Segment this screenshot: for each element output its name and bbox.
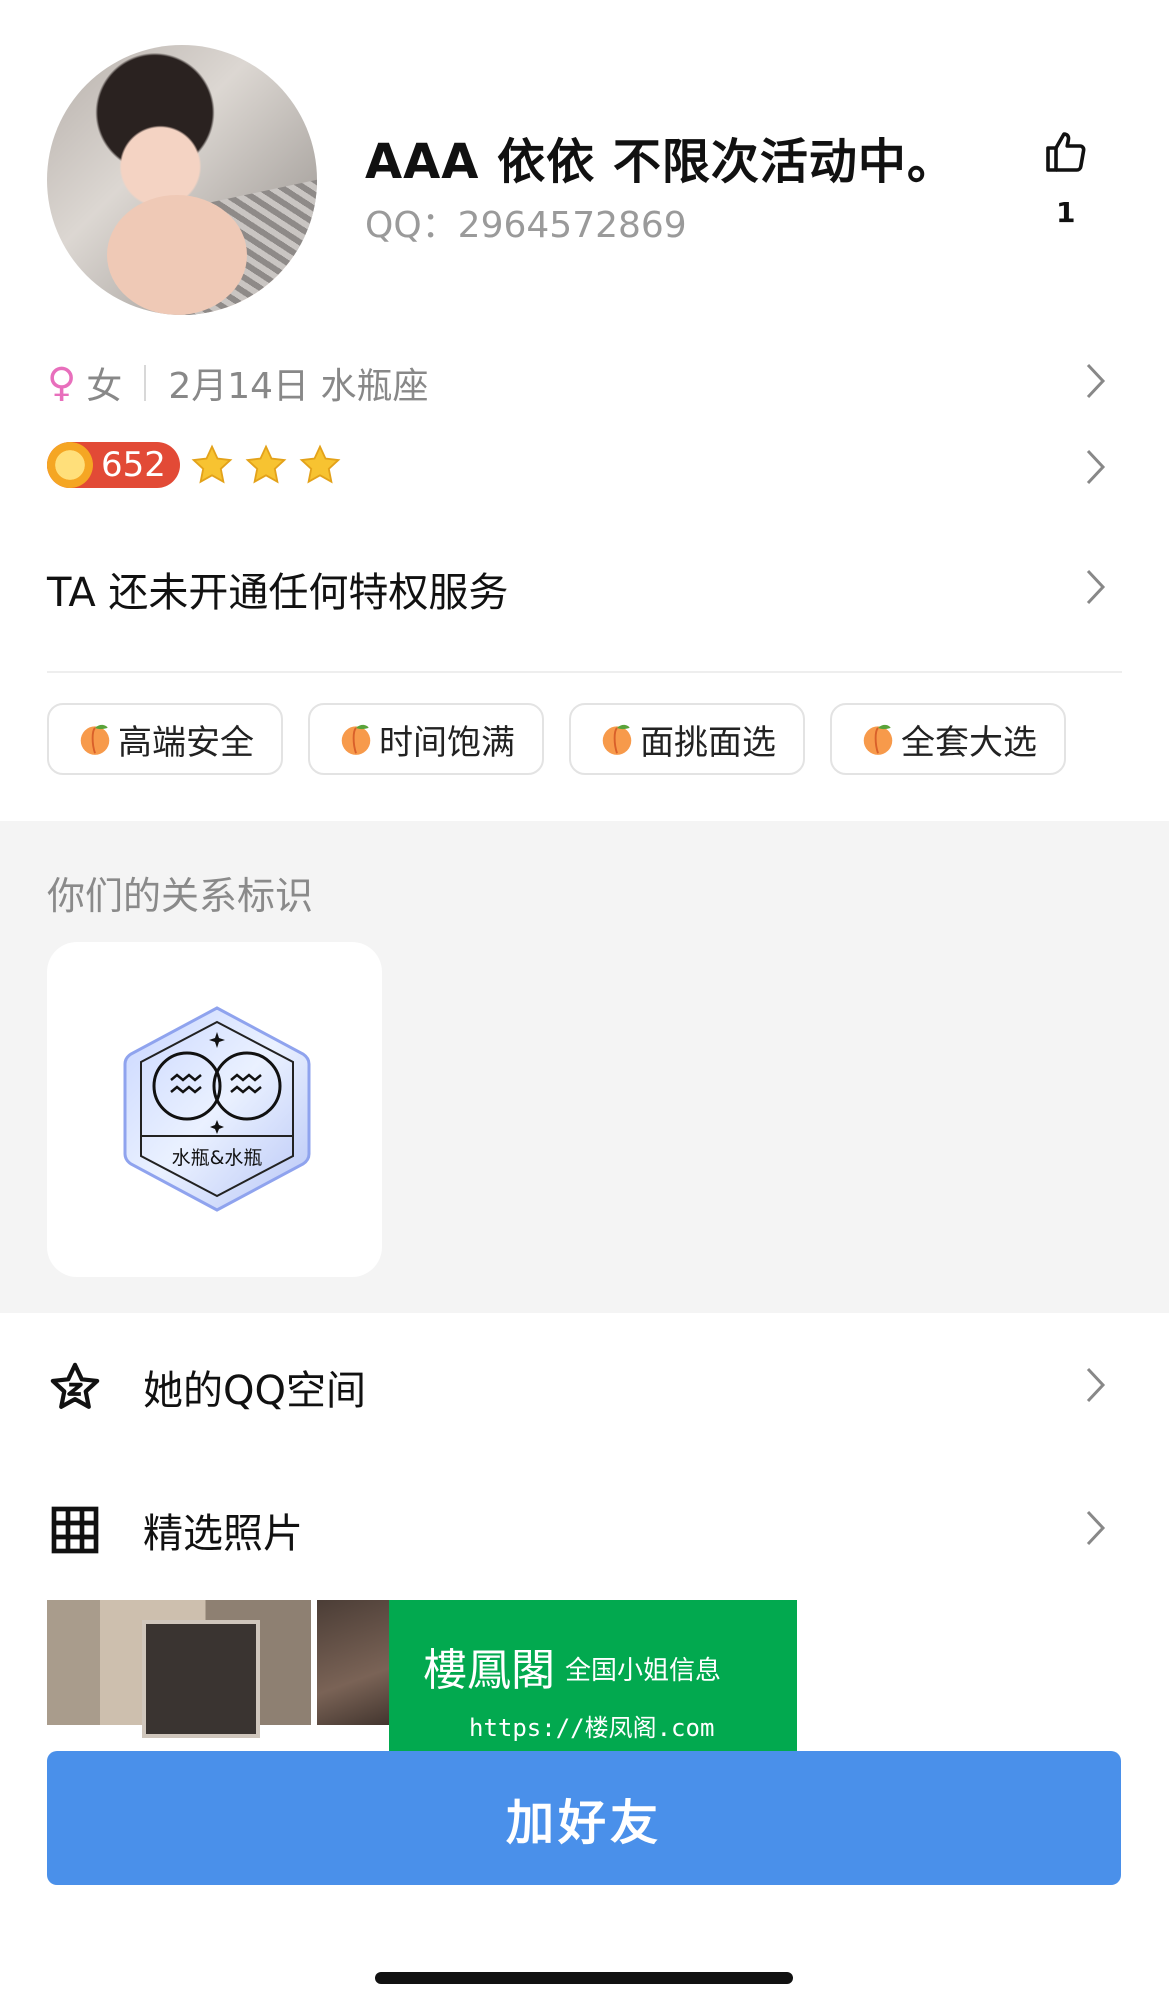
tag-chip[interactable]: 时间饱满 (308, 703, 544, 775)
tag-label: 面挑面选 (640, 722, 776, 763)
separator (144, 365, 147, 401)
grid-icon (51, 1506, 99, 1554)
photo-detail (142, 1620, 260, 1738)
tag-chip[interactable]: 全套大选 (830, 703, 1066, 775)
watermark-title-line: 樓鳳閣 全国小姐信息 (423, 1634, 721, 1698)
chevron-right-icon[interactable] (1085, 362, 1107, 400)
level-number: 652 (101, 445, 166, 485)
peach-icon (80, 724, 110, 755)
profile-name: AAA 依依 不限次活动中。 (365, 134, 956, 190)
peach-icon (602, 724, 632, 755)
qzone-label: 她的QQ空间 (143, 1368, 366, 1414)
level-badge: 652 (47, 442, 180, 488)
tag-chip[interactable]: 高端安全 (47, 703, 283, 775)
badge-label: 水瓶&水瓶 (172, 1147, 263, 1169)
peach-icon (863, 724, 893, 755)
add-friend-button[interactable]: 加好友 (47, 1751, 1121, 1885)
tag-label: 高端安全 (118, 722, 254, 763)
tag-label: 全套大选 (901, 722, 1037, 763)
divider (47, 671, 1122, 673)
tag-label: 时间饱满 (379, 722, 515, 763)
photos-label: 精选照片 (143, 1511, 303, 1557)
qzone-row[interactable]: 她的QQ空间 (47, 1347, 366, 1427)
star-icon (245, 444, 287, 484)
tag-list: 高端安全 时间饱满 面挑面选 全套大选 (47, 703, 1066, 775)
privilege-text[interactable]: TA 还未开通任何特权服务 (47, 560, 508, 618)
female-icon: ♀ (47, 360, 77, 406)
peach-icon (341, 724, 371, 755)
chevron-right-icon[interactable] (1085, 1509, 1107, 1547)
basic-info-row[interactable]: ♀ 女 2月14日 水瓶座 (47, 358, 1122, 408)
chevron-right-icon[interactable] (1085, 448, 1107, 486)
aquarius-badge-icon[interactable]: 水瓶&水瓶 (117, 1002, 317, 1217)
star-icon (191, 444, 233, 484)
like-count: 1 (1056, 196, 1076, 229)
photo-thumbnail[interactable] (47, 1600, 311, 1738)
level-row[interactable]: 652 (47, 440, 1122, 490)
watermark-title: 樓鳳閣 (423, 1645, 555, 1696)
qzone-star-icon (50, 1362, 100, 1409)
chevron-right-icon[interactable] (1085, 568, 1107, 606)
star-icon (299, 444, 341, 484)
profile-qq-number: QQ：2964572869 (365, 205, 687, 246)
gender-text: 女 (86, 366, 123, 407)
tag-chip[interactable]: 面挑面选 (569, 703, 805, 775)
watermark-url: https://楼凤阁.com (469, 1714, 715, 1742)
home-indicator[interactable] (375, 1972, 793, 1984)
sun-icon (47, 442, 93, 488)
photos-row[interactable]: 精选照片 (47, 1490, 303, 1570)
chevron-right-icon[interactable] (1085, 1366, 1107, 1404)
avatar-photo-detail (107, 195, 247, 315)
profile-avatar[interactable] (47, 45, 317, 315)
birthday-text: 2月14日 水瓶座 (168, 366, 429, 407)
thumbs-up-icon[interactable] (1042, 128, 1090, 176)
relationship-title: 你们的关系标识 (47, 874, 314, 918)
watermark-subtitle: 全国小姐信息 (565, 1656, 722, 1686)
